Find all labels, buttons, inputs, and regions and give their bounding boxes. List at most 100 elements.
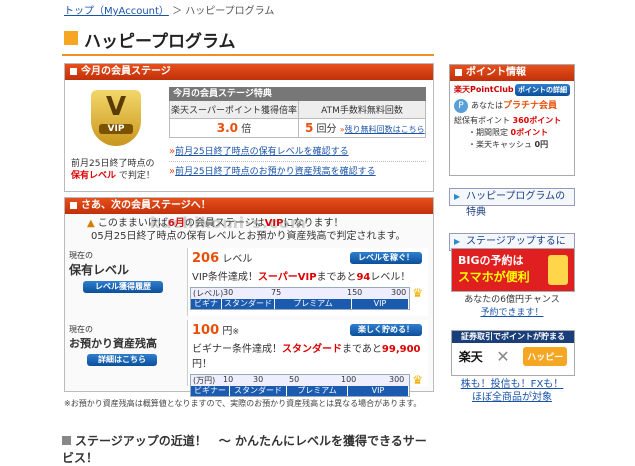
bottom-title-text: ステージアップの近道！ ～ かんたんにレベルを獲得できるサービス！ [62, 434, 427, 465]
check-level-link[interactable]: 前月25日終了時点の保有レベルを確認する [175, 147, 348, 157]
happy-program-logo: ハッピー [523, 347, 568, 366]
cash-value: 0円 [534, 140, 549, 149]
assets-tick: 10 [223, 375, 234, 384]
level-tick: 300 [391, 288, 407, 297]
stage-note: 前月25日終了時点の 保有レベル で判定！ [71, 158, 163, 182]
benefit-col1-label: 楽天スーパーポイント獲得倍率 [170, 101, 299, 118]
breadcrumb-home-link[interactable]: トップ（MyAccount） [64, 6, 169, 17]
securities-banner[interactable]: 証券取引でポイントが貯まる 楽天 ✕ ハッピー [451, 330, 575, 376]
smartphone-icon [548, 255, 568, 285]
breadcrumb-sep: ＞ [168, 6, 186, 17]
scale-segment: スタンダード [222, 299, 275, 309]
assets-cond-post: 円！ [192, 359, 212, 370]
assets-scale-label: (万円) [193, 376, 216, 385]
level-tick: 75 [271, 288, 282, 297]
assets-scale-ticks: (万円) 10 30 50 100 300 [191, 375, 409, 386]
assets-tick: 30 [253, 375, 264, 384]
crown-icon: ♛ [412, 286, 423, 300]
benefit-col1-value-cell: 3.0 倍 [170, 119, 299, 137]
level-label-block: 現在の 保有レベル レベル獲得履歴 [69, 250, 184, 312]
assets-cond-num: 99,900 [381, 344, 421, 355]
assets-scale: (万円) 10 30 50 100 300 ビギナー スタンダード プレミアム … [190, 373, 423, 397]
assets-unit: 円 [219, 326, 233, 337]
big-lottery-banner[interactable]: BIGの予約は スマホが便利 [451, 248, 575, 292]
ad2-caption2-link[interactable]: ほぼ全商品が対象 [472, 392, 552, 403]
assets-detail-button[interactable]: 詳細はこちら [87, 354, 157, 366]
crown-icon: ♛ [412, 373, 423, 387]
benefit-col1-value: 3.0 [216, 121, 239, 135]
level-scale: (レベル) 30 75 150 300 ビギナー スタンダード プレミアム VI… [190, 286, 423, 318]
stage-header: 今月の会員ステージ [65, 64, 433, 80]
limited-points-value: 0ポイント [510, 128, 549, 137]
bottom-title-square-icon [62, 436, 71, 445]
stage-note-rest: で判定！ [116, 171, 155, 181]
badge-label: VIP [99, 124, 133, 134]
assets-tick: 300 [389, 375, 405, 384]
total-points-label: 総保有ポイント [454, 116, 510, 125]
stage-panel: 今月の会員ステージ V VIP 前月25日終了時点の 保有レベル で判定！ 今月… [64, 63, 434, 192]
points-club-row: 楽天PointClub ポイントの詳細 [454, 84, 570, 96]
level-cond-post: レベル！ [370, 272, 411, 283]
level-detail: 206 レベル レベルを稼ぐ！ VIP条件達成！スーパーVIPまであと94レベル… [187, 248, 428, 318]
stage-link1-row: »前月25日終了時点の保有レベルを確認する [169, 144, 426, 157]
platinum-icon: P [454, 99, 468, 113]
ad2-header: 証券取引でポイントが貯まる [452, 331, 574, 343]
ad2-caption1-link[interactable]: 株も！投信も！FXも！ [461, 379, 564, 390]
happy-program-benefits-link[interactable]: ハッピープログラムの特典 [449, 188, 575, 218]
member-rank: プラチナ会員 [503, 101, 558, 111]
level-value-row: 206 レベル レベルを稼ぐ！ [188, 248, 428, 268]
cash-label: 楽天キャッシュ [476, 140, 532, 149]
scale-segment: プレミアム [275, 299, 352, 309]
level-scale-label: (レベル) [193, 289, 224, 298]
club-logo: 楽天PointClub [454, 85, 514, 94]
bottom-section-title: ステージアップの近道！ ～ かんたんにレベルを獲得できるサービス！ [62, 432, 434, 465]
remaining-free-link[interactable]: 残り無料回数はこちら [345, 125, 425, 134]
benefit-col1-unit: 倍 [238, 124, 252, 135]
assets-tick: 50 [289, 375, 300, 384]
assets-detail: 100 円※ 楽しく貯める！ ビギナー条件達成！スタンダードまであと99,900… [187, 320, 428, 397]
vip-badge-icon: V VIP [91, 90, 141, 146]
next-stage-header: さあ、次の会員ステージへ！ [65, 198, 433, 214]
ad1-caption: あなたの6億円チャンス 予約できます！ [451, 294, 573, 320]
assets-small: 現在の [69, 325, 93, 334]
assets-label-block: 現在の お預かり資産残高 詳細はこちら [69, 324, 184, 386]
level-title: 保有レベル [69, 263, 130, 277]
ad1-caption1-link[interactable]: あなたの6億円チャンス [464, 295, 559, 305]
member-rank-row: P あなたは プラチナ会員 [454, 99, 570, 113]
check-assets-link[interactable]: 前月25日終了時点のお預かり資産残高を確認する [175, 167, 375, 177]
ad2-logos: 楽天 ✕ ハッピー [452, 343, 574, 366]
assets-cond-mid: まであと [342, 344, 382, 355]
level-tick: 150 [347, 288, 363, 297]
limited-points-label: 期間限定 [476, 128, 508, 137]
rakuten-logo: 楽天 [458, 350, 483, 364]
level-unit: レベル [219, 254, 253, 265]
total-points-value: 360ポイント [512, 116, 562, 125]
scale-segment: VIP [348, 386, 409, 396]
save-fun-button[interactable]: 楽しく貯める！ [350, 324, 422, 336]
benefit-col2-value-cell: 5 回分 »残り無料回数はこちら [299, 119, 425, 137]
badge-letter: V [105, 92, 127, 122]
ad1-caption2-link[interactable]: 予約できます！ [480, 308, 543, 318]
assets-value: 100 [192, 323, 220, 338]
total-points-row: 総保有ポイント 360ポイント [454, 115, 570, 127]
assets-cond-stage: スタンダード [282, 344, 342, 355]
level-cond-stage: スーパーVIP [257, 272, 317, 283]
points-detail-button[interactable]: ポイントの詳細 [515, 84, 570, 96]
page-title-bar: ハッピープログラム [62, 26, 434, 56]
assets-value-row: 100 円※ 楽しく貯める！ [188, 320, 428, 340]
breadcrumb: トップ（MyAccount） ＞ ハッピープログラム [64, 2, 274, 17]
assets-footnote: ※お預かり資産残高は概算値となりますので、実際のお預かり資産残高とは異なる場合が… [64, 399, 422, 408]
level-cond-num: 94 [356, 272, 371, 283]
scale-segment: プレミアム [287, 386, 348, 396]
earn-level-button[interactable]: レベルを稼ぐ！ [350, 252, 422, 264]
assets-scale-bar: ビギナー スタンダード プレミアム VIP [191, 386, 409, 396]
benefit-col2-link[interactable]: »残り無料回数はこちら [340, 125, 425, 134]
level-history-button[interactable]: レベル獲得履歴 [83, 281, 163, 293]
breadcrumb-current: ハッピープログラム [185, 6, 275, 17]
points-body: 楽天PointClub ポイントの詳細 P あなたは プラチナ会員 総保有ポイント… [450, 81, 574, 154]
level-condition: VIP条件達成！スーパーVIPまであと94レベル！ [188, 268, 428, 283]
scale-segment: VIP [352, 299, 409, 309]
level-cond-pre: VIP条件達成！ [192, 272, 258, 283]
assets-tick: 100 [341, 375, 357, 384]
benefits-table: 今月の会員ステージ特典 楽天スーパーポイント獲得倍率 ATM手数料無料回数 3.… [169, 87, 426, 177]
